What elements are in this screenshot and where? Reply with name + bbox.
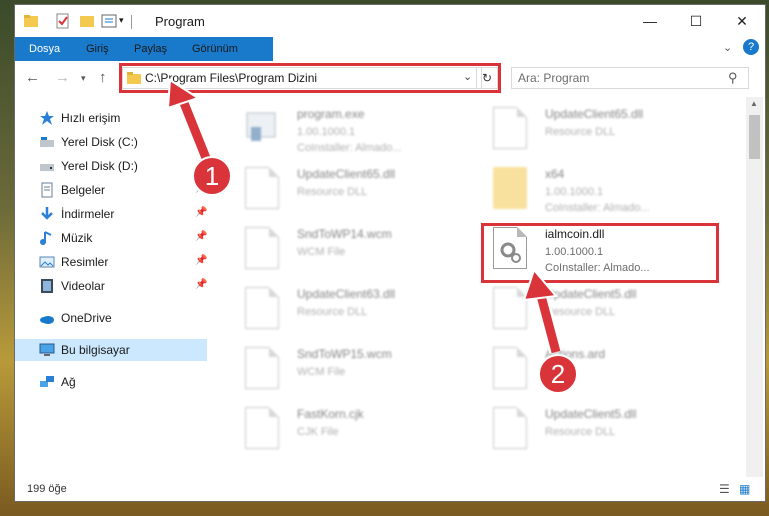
annotation-arrows [166, 78, 563, 354]
callout-1: 1 [192, 156, 232, 196]
arrow-1 [166, 78, 217, 171]
arrow-2 [522, 267, 563, 354]
callout-2: 2 [538, 354, 578, 394]
